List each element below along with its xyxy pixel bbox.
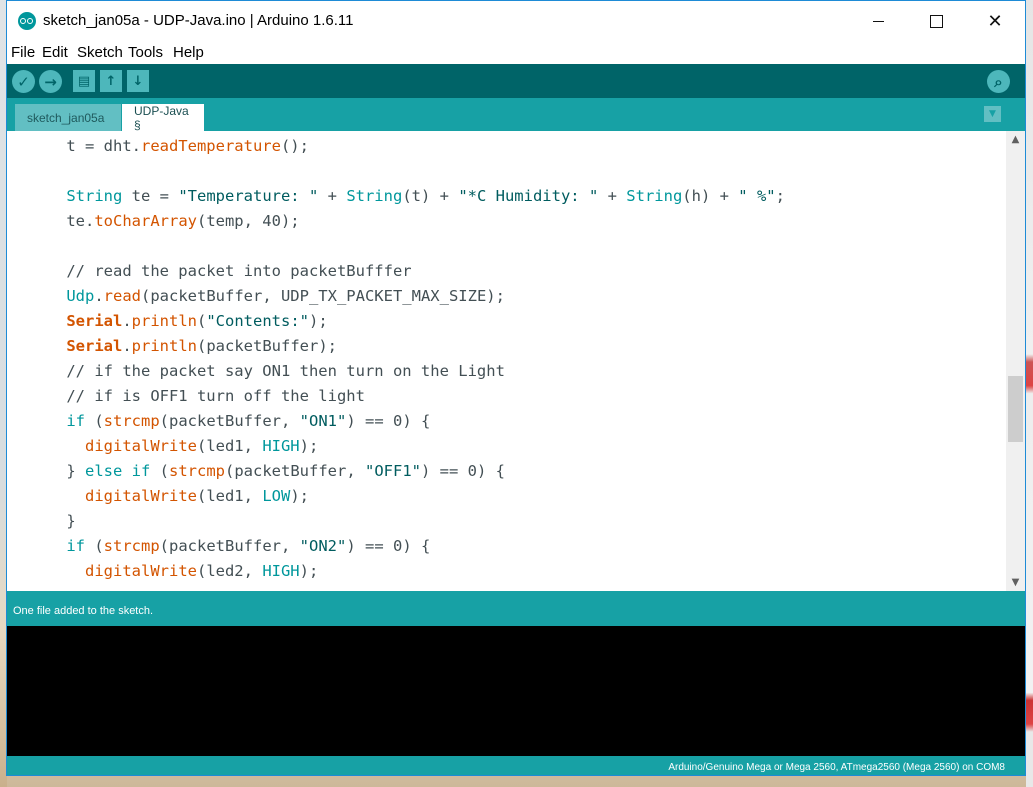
menu-help[interactable]: Help <box>173 44 204 61</box>
arduino-logo-icon <box>18 12 36 30</box>
desktop-right-edge <box>1026 0 1033 787</box>
tab-udp-java[interactable]: UDP-Java § <box>122 104 204 132</box>
upload-icon: → <box>44 72 57 91</box>
board-info-bar: Arduino/Genuino Mega or Mega 2560, ATmeg… <box>7 756 1025 775</box>
scroll-down-arrow[interactable]: ▼ <box>1006 574 1025 591</box>
code-line[interactable]: // if is OFF1 turn off the light <box>29 384 365 409</box>
arrow-down-icon: ▼ <box>1011 577 1020 588</box>
close-icon: ✕ <box>987 10 1003 32</box>
code-line[interactable]: digitalWrite(led1, LOW); <box>29 484 309 509</box>
new-icon: ▤ <box>77 73 91 89</box>
board-info: Arduino/Genuino Mega or Mega 2560, ATmeg… <box>668 762 1005 773</box>
scroll-up-arrow[interactable]: ▲ <box>1006 131 1025 148</box>
maximize-icon <box>929 14 943 28</box>
code-line[interactable]: // read the packet into packetBufffer <box>29 259 411 284</box>
code-line[interactable]: if (strcmp(packetBuffer, "ON2") == 0) { <box>29 534 430 559</box>
code-line[interactable]: Udp.read(packetBuffer, UDP_TX_PACKET_MAX… <box>29 284 505 309</box>
open-button[interactable]: ↑ <box>100 70 122 92</box>
code-line[interactable]: digitalWrite(led2, HIGH); <box>29 559 318 584</box>
menu-sketch[interactable]: Sketch <box>77 44 123 61</box>
code-line[interactable]: digitalWrite(led1, HIGH); <box>29 434 318 459</box>
scroll-thumb[interactable] <box>1008 376 1023 442</box>
serial-monitor-icon: ⌕ <box>994 72 1003 91</box>
status-bar: One file added to the sketch. <box>7 591 1025 626</box>
code-line[interactable]: t = dht.readTemperature(); <box>29 134 309 159</box>
verify-button[interactable]: ✓ <box>12 70 35 93</box>
menu-tools[interactable]: Tools <box>128 44 163 61</box>
code-line[interactable]: } else if (strcmp(packetBuffer, "OFF1") … <box>29 459 505 484</box>
new-button[interactable]: ▤ <box>73 70 95 92</box>
save-button[interactable]: ↓ <box>127 70 149 92</box>
tab-bar: sketch_jan05a UDP-Java § ▼ <box>7 98 1025 132</box>
serial-monitor-button[interactable]: ⌕ <box>987 70 1010 93</box>
close-button[interactable]: ✕ <box>966 1 1024 41</box>
arrow-up-icon: ▲ <box>1011 134 1020 145</box>
open-icon: ↑ <box>105 73 117 89</box>
status-message: One file added to the sketch. <box>13 605 154 617</box>
menu-file[interactable]: File <box>11 44 35 61</box>
toolbar: ✓ → ▤ ↑ ↓ ⌕ <box>7 64 1025 98</box>
tab-menu-button[interactable]: ▼ <box>984 106 1001 122</box>
code-editor[interactable]: t = dht.readTemperature(); String te = "… <box>7 131 1009 591</box>
code-line[interactable]: Serial.println("Contents:"); <box>29 309 327 334</box>
code-line[interactable]: if (strcmp(packetBuffer, "ON1") == 0) { <box>29 409 430 434</box>
menu-edit[interactable]: Edit <box>42 44 68 61</box>
console-output[interactable] <box>7 626 1025 756</box>
window-title: sketch_jan05a - UDP-Java.ino | Arduino 1… <box>43 12 354 29</box>
verify-icon: ✓ <box>17 72 30 91</box>
tab-sketch-jan05a[interactable]: sketch_jan05a <box>15 104 121 131</box>
upload-button[interactable]: → <box>39 70 62 93</box>
save-icon: ↓ <box>132 73 144 89</box>
code-line[interactable]: Serial.println(packetBuffer); <box>29 334 337 359</box>
minimize-icon <box>872 20 884 22</box>
console-scrollbar[interactable] <box>1006 626 1025 756</box>
menu-bar: File Edit Sketch Tools Help <box>7 41 1025 64</box>
code-line[interactable]: // if the packet say ON1 then turn on th… <box>29 359 505 384</box>
code-line[interactable]: te.toCharArray(temp, 40); <box>29 209 299 234</box>
editor-scrollbar[interactable]: ▲ ▼ <box>1006 131 1025 591</box>
chevron-down-icon: ▼ <box>989 109 996 119</box>
title-bar[interactable]: sketch_jan05a - UDP-Java.ino | Arduino 1… <box>7 1 1025 41</box>
arduino-ide-window: sketch_jan05a - UDP-Java.ino | Arduino 1… <box>6 0 1026 776</box>
maximize-button[interactable] <box>907 1 965 41</box>
minimize-button[interactable] <box>849 1 907 41</box>
code-line[interactable]: String te = "Temperature: " + String(t) … <box>29 184 785 209</box>
code-line[interactable]: } <box>29 509 75 534</box>
